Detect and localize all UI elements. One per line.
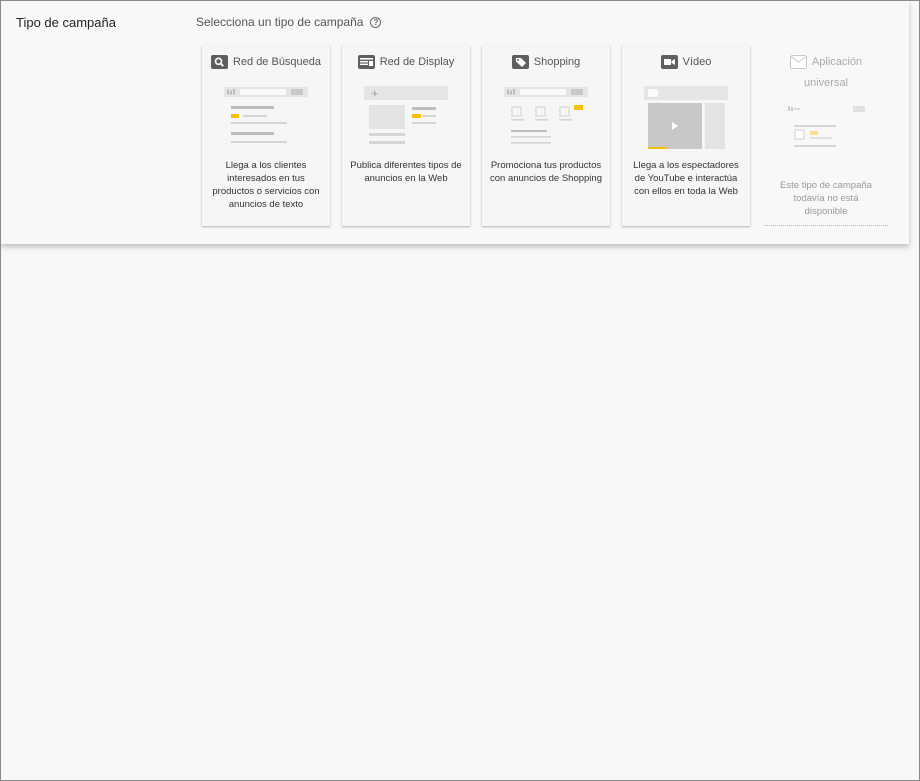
search-ad-illustration bbox=[224, 87, 308, 143]
shopping-ad-illustration bbox=[504, 87, 588, 144]
card-description: Promociona tus productos con anuncios de… bbox=[490, 160, 602, 184]
search-icon bbox=[210, 55, 228, 69]
video-camera-icon bbox=[660, 55, 678, 69]
card-title: Vídeo bbox=[622, 55, 750, 69]
section-label: Tipo de campaña bbox=[16, 15, 116, 30]
help-circle-icon[interactable]: ? bbox=[370, 16, 382, 28]
card-title: Shopping bbox=[482, 55, 610, 69]
card-title-line2: universal bbox=[803, 77, 849, 89]
card-title-text: Vídeo bbox=[682, 56, 712, 68]
campaign-card-search[interactable]: Red de Búsqueda Llega a los clientes int… bbox=[202, 45, 330, 226]
campaign-card-universal-app: Aplicación universal Este tipo de campañ… bbox=[764, 45, 888, 226]
campaign-card-video[interactable]: Vídeo Llega a los espectadores de YouTub… bbox=[622, 45, 750, 226]
display-icon bbox=[357, 55, 375, 69]
svg-text:✈: ✈ bbox=[371, 90, 379, 100]
card-title-text: Red de Búsqueda bbox=[232, 56, 322, 68]
card-description: Llega a los clientes interesados en tus … bbox=[212, 160, 320, 210]
app-ad-illustration bbox=[788, 106, 865, 147]
card-title: Aplicación universal bbox=[764, 55, 888, 89]
card-description: Publica diferentes tipos de anuncios en … bbox=[350, 160, 462, 184]
card-title-text: Red de Display bbox=[379, 56, 455, 68]
app-icon bbox=[789, 55, 807, 69]
campaign-card-shopping[interactable]: Shopping Promociona tus productos con an… bbox=[482, 45, 610, 226]
card-title-text: Shopping bbox=[533, 56, 581, 68]
display-ad-illustration: ✈ bbox=[364, 86, 448, 144]
tag-icon bbox=[511, 55, 529, 69]
card-divider bbox=[764, 225, 888, 226]
video-ad-illustration bbox=[644, 86, 728, 149]
card-description: Este tipo de campaña todavía no está dis… bbox=[780, 180, 872, 217]
card-description: Llega a los espectadores de YouTube e in… bbox=[633, 160, 739, 197]
card-title: Red de Búsqueda bbox=[202, 55, 330, 69]
campaign-card-display[interactable]: Red de Display ✈ Publica diferentes tipo… bbox=[342, 45, 470, 226]
campaign-type-panel: Tipo de campaña Selecciona un tipo de ca… bbox=[1, 1, 909, 244]
card-title: Red de Display bbox=[342, 55, 470, 69]
section-heading: Selecciona un tipo de campaña ? bbox=[196, 15, 382, 29]
section-heading-text: Selecciona un tipo de campaña bbox=[196, 15, 364, 29]
card-title-line1: Aplicación bbox=[811, 56, 863, 68]
